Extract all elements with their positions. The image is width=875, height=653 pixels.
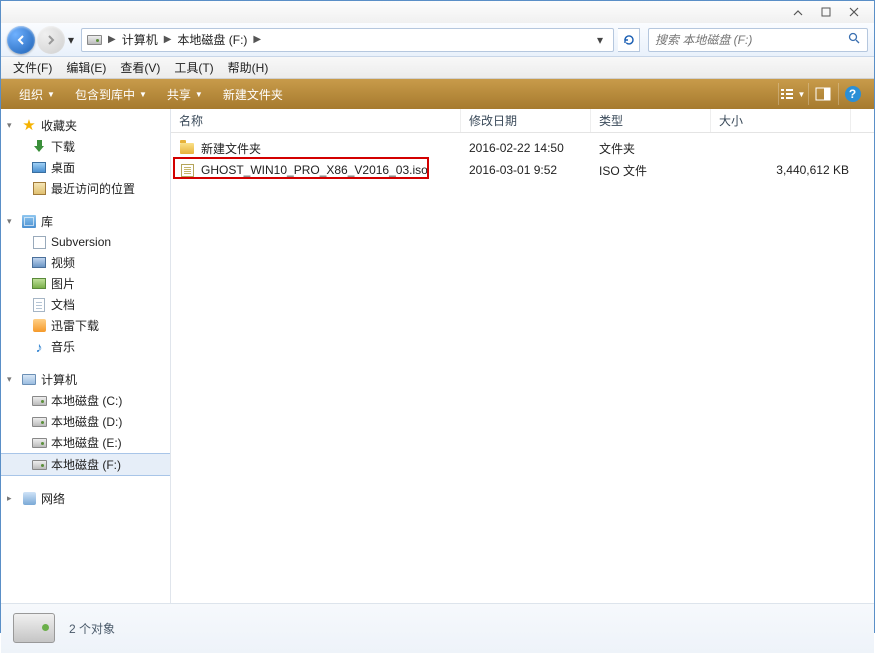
chevron-down-icon[interactable]: ▾ (7, 120, 17, 131)
sidebar: ▾★收藏夹 下载 桌面 最近访问的位置 ▾库 Subversion 视频 图片 … (1, 109, 171, 603)
svn-icon (31, 234, 47, 250)
view-options-button[interactable]: ▼ (778, 83, 806, 105)
drive-icon (31, 393, 47, 409)
minimize-button[interactable] (784, 3, 812, 21)
music-icon: ♪ (31, 339, 47, 355)
nav-row: ▾ ▶ 计算机 ▶ 本地磁盘 (F:) ▶ ▾ (1, 23, 874, 57)
search-box[interactable] (648, 28, 868, 52)
content-area: 名称 修改日期 类型 大小 新建文件夹 2016-02-22 14:50 文件夹… (171, 109, 874, 603)
column-date[interactable]: 修改日期 (461, 109, 591, 132)
drive-icon (31, 414, 47, 430)
refresh-button[interactable] (618, 28, 640, 52)
list-item[interactable]: 新建文件夹 2016-02-22 14:50 文件夹 (171, 137, 874, 159)
sidebar-item-videos[interactable]: 视频 (1, 252, 170, 273)
video-icon (31, 255, 47, 271)
sidebar-computer-header[interactable]: ▾ 计算机 (1, 369, 170, 390)
sidebar-item-pictures[interactable]: 图片 (1, 273, 170, 294)
cmd-new-folder[interactable]: 新建文件夹 (213, 79, 293, 109)
sidebar-network-header[interactable]: ▸ 网络 (1, 488, 170, 509)
sidebar-item-drive-c[interactable]: 本地磁盘 (C:) (1, 390, 170, 411)
chevron-right-icon[interactable]: ▶ (106, 34, 118, 45)
menu-help[interactable]: 帮助(H) (222, 57, 275, 78)
search-input[interactable] (655, 33, 848, 47)
file-list[interactable]: 新建文件夹 2016-02-22 14:50 文件夹 GHOST_WIN10_P… (171, 133, 874, 603)
sidebar-item-downloads[interactable]: 下载 (1, 136, 170, 157)
sidebar-group-libraries: ▾库 Subversion 视频 图片 文档 迅雷下载 ♪音乐 (1, 211, 170, 357)
sidebar-item-drive-f[interactable]: 本地磁盘 (F:) (1, 453, 170, 476)
chevron-down-icon[interactable]: ▾ (7, 216, 17, 227)
library-icon (21, 214, 37, 230)
sidebar-item-xunlei[interactable]: 迅雷下载 (1, 315, 170, 336)
menu-edit[interactable]: 编辑(E) (60, 57, 112, 78)
column-type[interactable]: 类型 (591, 109, 711, 132)
column-name[interactable]: 名称 (171, 109, 461, 132)
chevron-right-icon[interactable]: ▶ (162, 34, 174, 45)
sidebar-group-favorites: ▾ ★收藏夹 下载 桌面 最近访问的位置 (1, 115, 170, 199)
menu-view[interactable]: 查看(V) (114, 57, 166, 78)
iso-icon (179, 162, 195, 178)
titlebar (1, 1, 874, 23)
help-icon: ? (845, 86, 861, 102)
sidebar-favorites-header[interactable]: ▾ ★收藏夹 (1, 115, 170, 136)
picture-icon (31, 276, 47, 292)
sidebar-item-music[interactable]: ♪音乐 (1, 336, 170, 357)
desktop-icon (31, 160, 47, 176)
chevron-right-icon[interactable]: ▶ (251, 34, 263, 45)
help-button[interactable]: ? (838, 83, 866, 105)
menu-tools[interactable]: 工具(T) (168, 57, 219, 78)
sidebar-item-drive-d[interactable]: 本地磁盘 (D:) (1, 411, 170, 432)
list-item[interactable]: GHOST_WIN10_PRO_X86_V2016_03.iso 2016-03… (171, 159, 874, 181)
network-icon (21, 491, 37, 507)
cmd-share[interactable]: 共享▼ (157, 79, 213, 109)
chevron-right-icon[interactable]: ▸ (7, 493, 17, 504)
chevron-down-icon[interactable]: ▾ (7, 374, 17, 385)
breadcrumb-dropdown[interactable]: ▾ (591, 33, 609, 47)
recent-icon (31, 181, 47, 197)
drive-icon (86, 32, 102, 48)
xunlei-icon (31, 318, 47, 334)
star-icon: ★ (21, 118, 37, 134)
sidebar-label: 计算机 (41, 371, 77, 388)
menubar: 文件(F) 编辑(E) 查看(V) 工具(T) 帮助(H) (1, 57, 874, 79)
column-headers: 名称 修改日期 类型 大小 (171, 109, 874, 133)
sidebar-item-drive-e[interactable]: 本地磁盘 (E:) (1, 432, 170, 453)
column-size[interactable]: 大小 (711, 109, 851, 132)
sidebar-label: 收藏夹 (41, 117, 77, 134)
cmd-organize[interactable]: 组织▼ (9, 79, 65, 109)
status-text: 2 个对象 (69, 620, 115, 637)
main-area: ▾★收藏夹 下载 桌面 最近访问的位置 ▾库 Subversion 视频 图片 … (1, 109, 874, 603)
sidebar-item-documents[interactable]: 文档 (1, 294, 170, 315)
sidebar-label: 库 (41, 213, 53, 230)
command-bar: 组织▼ 包含到库中▼ 共享▼ 新建文件夹 ▼ ? (1, 79, 874, 109)
drive-icon (31, 435, 47, 451)
sidebar-group-computer: ▾ 计算机 本地磁盘 (C:) 本地磁盘 (D:) 本地磁盘 (E:) 本地磁盘 … (1, 369, 170, 476)
search-icon[interactable] (848, 32, 861, 48)
maximize-button[interactable] (812, 3, 840, 21)
breadcrumb-drive[interactable]: 本地磁盘 (F:) (173, 31, 251, 48)
close-button[interactable] (840, 3, 868, 21)
preview-pane-button[interactable] (808, 83, 836, 105)
folder-icon (179, 140, 195, 156)
status-bar: 2 个对象 (1, 603, 874, 653)
sidebar-libraries-header[interactable]: ▾库 (1, 211, 170, 232)
sidebar-label: 网络 (41, 490, 65, 507)
drive-icon (13, 613, 55, 645)
back-button[interactable] (7, 26, 35, 54)
sidebar-item-desktop[interactable]: 桌面 (1, 157, 170, 178)
sidebar-group-network: ▸ 网络 (1, 488, 170, 509)
forward-button[interactable] (37, 26, 65, 54)
computer-icon (21, 372, 37, 388)
breadcrumb[interactable]: ▶ 计算机 ▶ 本地磁盘 (F:) ▶ ▾ (81, 28, 614, 52)
menu-file[interactable]: 文件(F) (7, 57, 58, 78)
breadcrumb-computer[interactable]: 计算机 (118, 31, 162, 48)
drive-icon (31, 457, 47, 473)
document-icon (31, 297, 47, 313)
download-icon (31, 139, 47, 155)
sidebar-item-subversion[interactable]: Subversion (1, 232, 170, 252)
history-dropdown[interactable]: ▾ (65, 33, 77, 47)
sidebar-item-recent[interactable]: 最近访问的位置 (1, 178, 170, 199)
cmd-include-library[interactable]: 包含到库中▼ (65, 79, 157, 109)
